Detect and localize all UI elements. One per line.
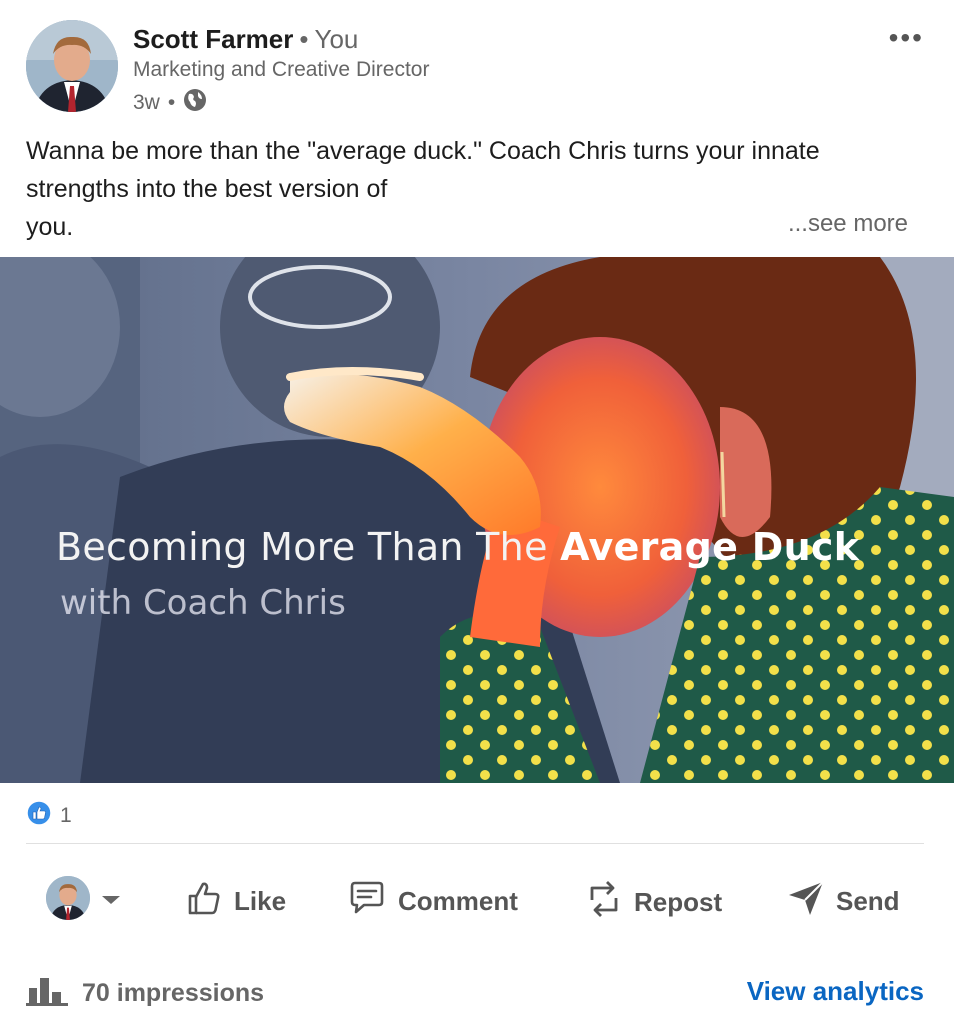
meta-separator: • bbox=[167, 91, 176, 114]
actor-avatar bbox=[46, 876, 90, 920]
image-title: Becoming More Than The Average Duck bbox=[56, 525, 860, 569]
repost-label: Repost bbox=[634, 887, 723, 917]
send-button[interactable]: Send bbox=[786, 878, 900, 925]
reaction-count: 1 bbox=[60, 804, 72, 827]
like-label: Like bbox=[234, 886, 287, 916]
image-title-bold: Average Duck bbox=[560, 525, 860, 569]
author-headline: Marketing and Creative Director bbox=[133, 58, 430, 81]
comment-button[interactable]: Comment bbox=[346, 878, 518, 925]
repost-button[interactable]: Repost bbox=[584, 878, 722, 927]
action-bar: Like Comment Repost Send bbox=[0, 868, 954, 932]
post-image[interactable]: Becoming More Than The Average Duck with… bbox=[0, 257, 954, 783]
send-label: Send bbox=[836, 886, 900, 916]
author-line: Scott Farmer • You bbox=[133, 24, 358, 55]
post-text: Wanna be more than the "average duck." C… bbox=[26, 137, 820, 203]
like-reaction-icon bbox=[26, 800, 52, 832]
post-analytics-bar: 70 impressions View analytics bbox=[26, 966, 924, 1014]
author-avatar[interactable] bbox=[26, 20, 118, 112]
comment-label: Comment bbox=[398, 886, 518, 916]
thumbs-up-icon bbox=[184, 878, 224, 925]
comment-icon bbox=[346, 878, 388, 925]
divider bbox=[26, 843, 924, 844]
more-options-icon[interactable]: ••• bbox=[889, 22, 924, 54]
impressions-label: 70 impressions bbox=[82, 979, 265, 1007]
like-button[interactable]: Like bbox=[184, 878, 286, 925]
repost-icon bbox=[584, 878, 624, 927]
image-subtitle: with Coach Chris bbox=[60, 583, 346, 623]
see-more-link[interactable]: ...see more bbox=[788, 210, 908, 238]
author-name[interactable]: Scott Farmer bbox=[133, 24, 293, 54]
post-time: 3w bbox=[133, 91, 160, 114]
name-separator: • bbox=[299, 24, 309, 54]
actor-switcher[interactable] bbox=[46, 876, 122, 920]
reaction-summary[interactable]: 1 bbox=[26, 800, 72, 832]
post-card: Scott Farmer • You Marketing and Creative … bbox=[0, 0, 954, 1024]
globe-icon bbox=[183, 88, 207, 118]
impressions-stat: 70 impressions bbox=[26, 974, 264, 1013]
caret-down-icon bbox=[100, 883, 122, 914]
post-meta: 3w • bbox=[133, 88, 207, 118]
relation-label: You bbox=[314, 24, 359, 54]
bar-chart-icon bbox=[26, 974, 68, 1013]
view-analytics-link[interactable]: View analytics bbox=[747, 976, 924, 1007]
send-icon bbox=[786, 878, 826, 925]
